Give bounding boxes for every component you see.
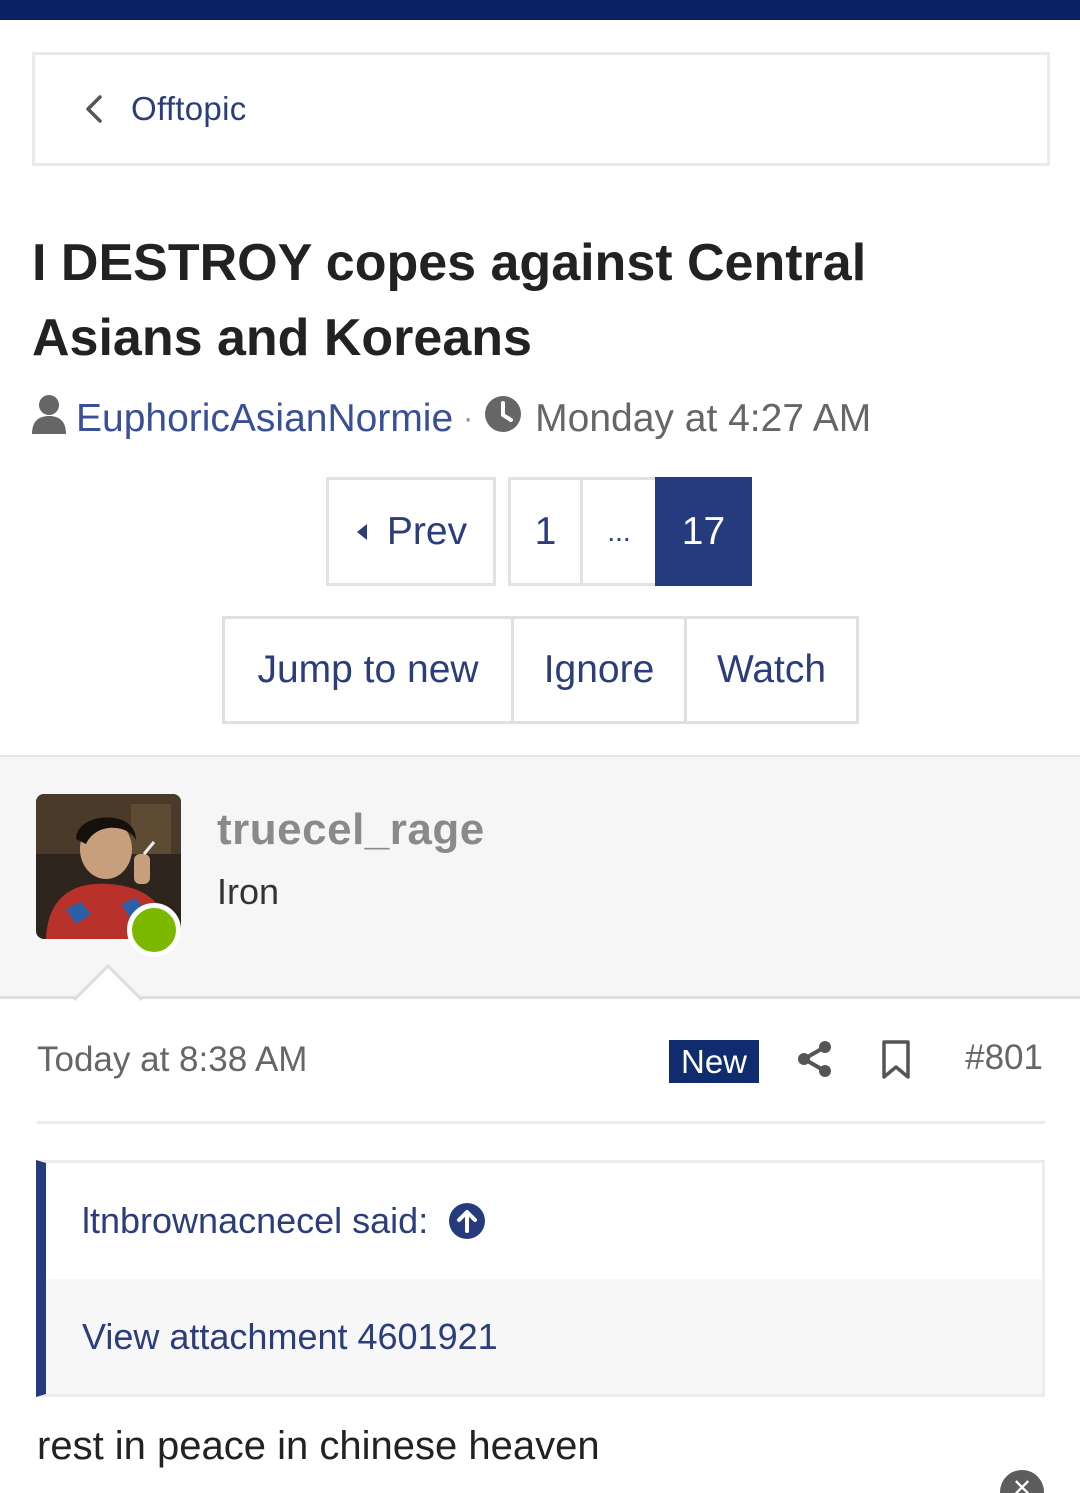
page-ellipsis-button[interactable]: ...	[580, 477, 658, 586]
close-icon[interactable]: ✕	[1000, 1470, 1044, 1493]
post-number-link[interactable]: #801	[965, 1038, 1043, 1078]
post-meta-row: Today at 8:38 AM New #801	[37, 1037, 1043, 1083]
quote-attribution[interactable]: ltnbrownacnecel said:	[82, 1200, 428, 1242]
watch-button[interactable]: Watch	[684, 619, 856, 721]
new-badge: New	[669, 1040, 760, 1083]
post-user-block: truecel_rage Iron	[0, 755, 1080, 999]
post-meta-divider	[37, 1121, 1045, 1124]
jump-to-new-button[interactable]: Jump to new	[225, 619, 511, 721]
quote-body: View attachment 4601921	[46, 1279, 1042, 1394]
top-header-bar	[0, 0, 1080, 20]
caret-left-icon	[356, 523, 367, 540]
thread-title: I DESTROY copes against Central Asians a…	[32, 234, 867, 367]
post-user-rank: Iron	[217, 871, 280, 912]
bookmark-icon[interactable]	[879, 1039, 915, 1081]
prev-page-label: Prev	[386, 509, 468, 553]
page-1-button[interactable]: 1	[508, 477, 583, 586]
page-17-button[interactable]: 17	[655, 477, 752, 586]
arrow-up-circle-icon[interactable]	[448, 1202, 486, 1240]
post-username[interactable]: truecel_rage	[217, 805, 485, 855]
breadcrumb-link-offtopic[interactable]: Offtopic	[131, 90, 247, 128]
thread-start-date[interactable]: Monday at 4:27 AM	[535, 397, 871, 441]
online-status-indicator	[127, 903, 181, 957]
meta-separator: ·	[463, 402, 474, 435]
ignore-button[interactable]: Ignore	[511, 619, 684, 721]
pagination: Prev	[326, 477, 496, 586]
clock-icon	[483, 394, 523, 444]
chevron-left-icon[interactable]	[79, 94, 109, 124]
prev-page-button[interactable]: Prev	[326, 477, 496, 586]
attachment-link[interactable]: View attachment 4601921	[82, 1316, 498, 1358]
thread-actions: Jump to new Ignore Watch	[222, 616, 859, 724]
user-block-pointer	[74, 963, 142, 1001]
share-icon[interactable]	[795, 1039, 835, 1079]
post-message: rest in peace in chinese heaven	[37, 1424, 600, 1468]
post-date[interactable]: Today at 8:38 AM	[37, 1040, 307, 1080]
thread-meta: EuphoricAsianNormie · Monday at 4:27 AM	[30, 394, 871, 444]
breadcrumb[interactable]: Offtopic	[32, 52, 1050, 166]
thread-author-link[interactable]: EuphoricAsianNormie	[76, 397, 453, 441]
quote-header: ltnbrownacnecel said:	[46, 1163, 1042, 1279]
page-numbers: 1 ... 17	[508, 477, 752, 586]
user-icon	[30, 394, 68, 444]
quote-block: ltnbrownacnecel said: View attachment 46…	[36, 1160, 1045, 1397]
